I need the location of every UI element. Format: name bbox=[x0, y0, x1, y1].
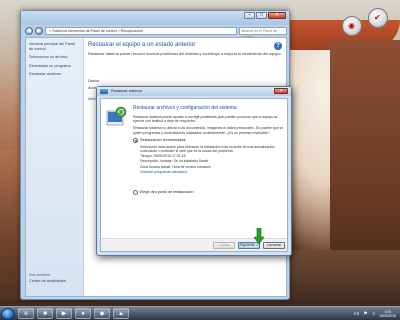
dialog-titlebar[interactable]: Restaurar sistema ✕ bbox=[97, 87, 291, 96]
taskbar-folder-icon[interactable]: ■ bbox=[37, 308, 53, 319]
option-recommended[interactable]: Restauración recomendada: bbox=[133, 137, 285, 143]
scan-affected-programs-link[interactable]: Detectar programas afectados bbox=[140, 170, 285, 174]
address-field[interactable]: » Todos los elementos de Panel de contro… bbox=[45, 26, 237, 35]
cancel-button[interactable]: Cancelar bbox=[263, 242, 285, 249]
close-button[interactable]: ✕ bbox=[268, 12, 286, 19]
dialog-heading: Restaurar archivos y configuración del s… bbox=[133, 105, 237, 111]
sidebar-item-uninstall[interactable]: Desinstalar un programa bbox=[29, 64, 80, 69]
taskbar-app-icon-3[interactable]: ▲ bbox=[113, 308, 129, 319]
sidebar-item-home[interactable]: Ventana principal del Panel de control bbox=[29, 42, 80, 51]
dialog-title: Restaurar sistema bbox=[111, 89, 142, 93]
taskbar-app-icon[interactable]: ● bbox=[75, 308, 91, 319]
see-also-heading: Vea también bbox=[29, 273, 51, 278]
restore-point-description: Descripción: Instalar: Se ha instalado S… bbox=[140, 159, 209, 164]
sidebar: Ventana principal del Panel de control S… bbox=[26, 38, 84, 296]
restore-window-icon bbox=[100, 89, 108, 94]
taskbar-app-icon-2[interactable]: ◆ bbox=[94, 308, 110, 319]
taskbar: e ■ ▶ ● ◆ ▲ ES ⚑ ♫ 1:05 25/09/2015 bbox=[0, 306, 400, 320]
taskbar-media-icon[interactable]: ▶ bbox=[56, 308, 72, 319]
taskbar-ie-icon[interactable]: e bbox=[18, 308, 34, 319]
page-title: Restaurar el equipo a un estado anterior bbox=[88, 42, 196, 48]
recommended-details: Seleccione esta opción para deshacer la … bbox=[140, 145, 285, 174]
dialog-paragraph-1: Restaurar sistema puede ayudar a corregi… bbox=[133, 115, 278, 124]
option-other-label: Elegir otro punto de restauración bbox=[140, 190, 194, 195]
volume-icon[interactable]: ♫ bbox=[372, 311, 376, 317]
maximize-button[interactable]: □ bbox=[256, 12, 267, 19]
help-icon[interactable]: ? bbox=[274, 42, 282, 50]
sidebar-item-select-file[interactable]: Seleccionar un archivo bbox=[29, 55, 80, 60]
recommended-description: Seleccione esta opción para deshacer la … bbox=[140, 144, 276, 154]
desktop-gadget-2[interactable]: ✔ bbox=[368, 8, 388, 28]
intro-paragraph: Restaurar sistema puede resolver muchos … bbox=[88, 52, 282, 56]
sidebar-item-action-center[interactable]: Centro de actividades bbox=[29, 279, 66, 284]
flag-icon[interactable]: ⚑ bbox=[363, 311, 367, 317]
clock-date: 25/09/2015 bbox=[379, 313, 396, 318]
radio-recommended[interactable] bbox=[133, 137, 138, 143]
restore-point-timezone: Zona horaria actual: Hora de verano roma… bbox=[140, 164, 211, 169]
dialog-content: Restaurar archivos y configuración del s… bbox=[133, 105, 285, 197]
sidebar-item-restore-files[interactable]: Restaurar archivos bbox=[29, 72, 80, 77]
sidebar-see-also: Vea también Centro de actividades bbox=[29, 273, 66, 288]
system-restore-icon bbox=[106, 106, 127, 126]
address-bar: ◀ ▶ » Todos los elementos de Panel de co… bbox=[25, 26, 287, 39]
search-input[interactable]: Buscar en el Panel de control bbox=[239, 26, 287, 39]
option-recommended-label: Restauración recomendada: bbox=[140, 137, 187, 142]
desktop-gadget[interactable]: ◉ bbox=[342, 16, 362, 36]
green-arrow-icon bbox=[254, 228, 264, 244]
start-button[interactable] bbox=[1, 307, 15, 320]
radio-other[interactable] bbox=[133, 190, 138, 196]
gadget-icon: ◉ bbox=[348, 21, 355, 30]
language-indicator[interactable]: ES bbox=[354, 312, 359, 316]
window-caption-buttons: – □ ✕ bbox=[244, 12, 286, 19]
forward-arrow-icon[interactable]: ▶ bbox=[35, 26, 43, 35]
back-button[interactable]: < Atrás bbox=[213, 242, 235, 249]
dialog-close-button[interactable]: ✕ bbox=[274, 88, 288, 94]
dialog-paragraph-2: Restaurar sistema no afecta a los docume… bbox=[133, 126, 284, 135]
gadget-icon-2: ✔ bbox=[374, 13, 381, 22]
minimize-button[interactable]: – bbox=[244, 12, 255, 19]
partial-label-1: Desha bbox=[88, 78, 99, 83]
restore-point-time: Tiempo: 29/09/2015 17:01:15 bbox=[140, 154, 186, 159]
clock[interactable]: 1:05 25/09/2015 bbox=[379, 310, 396, 318]
back-arrow-icon[interactable]: ◀ bbox=[25, 26, 33, 35]
option-other[interactable]: Elegir otro punto de restauración bbox=[133, 190, 285, 196]
system-tray: ES ⚑ ♫ 1:05 25/09/2015 bbox=[354, 310, 396, 318]
window-titlebar[interactable]: – □ ✕ bbox=[21, 11, 289, 25]
